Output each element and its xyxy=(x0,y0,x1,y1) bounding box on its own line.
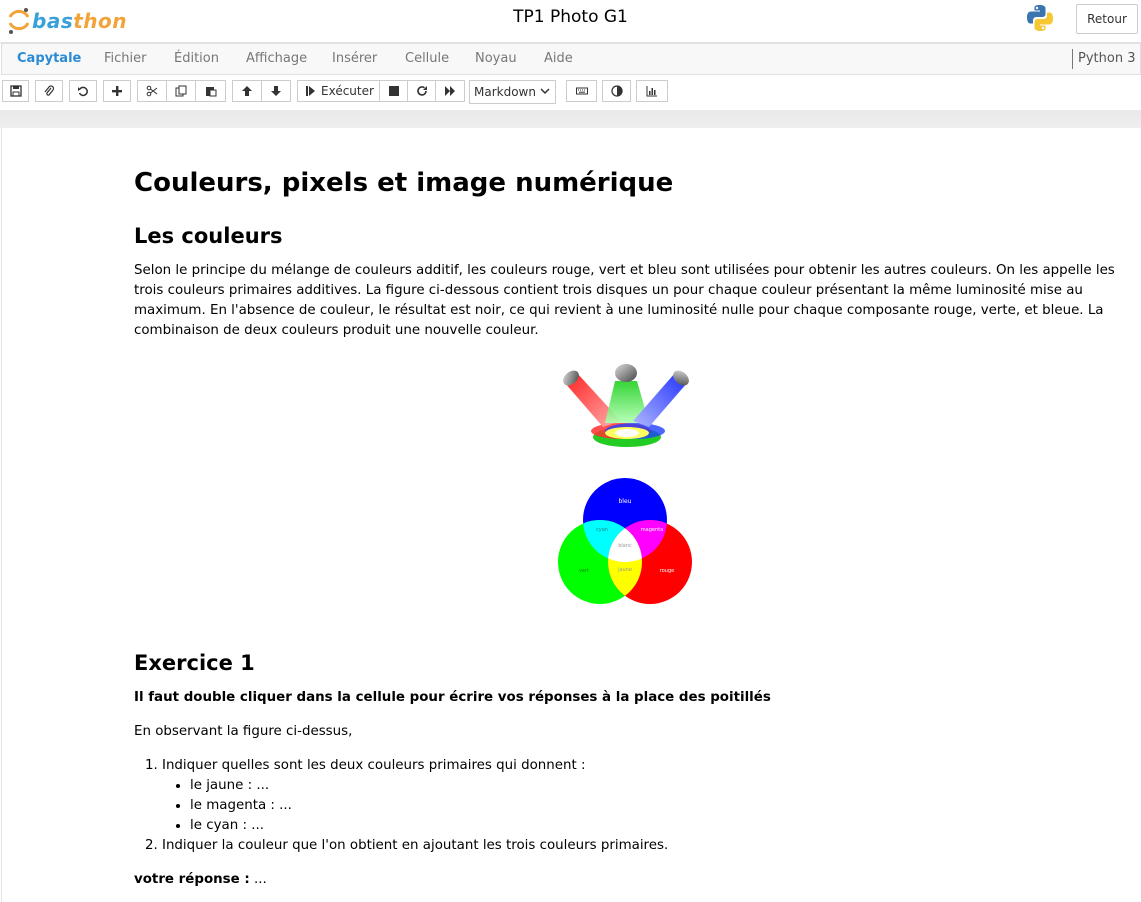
paperclip-icon xyxy=(44,85,55,96)
section-heading-colors: Les couleurs xyxy=(134,224,283,248)
run-icon xyxy=(306,86,315,96)
notebook-title[interactable]: TP1 Photo G1 xyxy=(0,7,1141,27)
stop-icon xyxy=(388,86,399,96)
answer-label: votre réponse : xyxy=(134,872,250,887)
save-icon xyxy=(9,85,22,97)
list-item: le jaune : ... xyxy=(190,776,668,796)
menu-edition[interactable]: Édition xyxy=(174,51,219,66)
chart-icon xyxy=(646,86,657,97)
menu-inserer[interactable]: Insérer xyxy=(332,51,377,66)
insert-cell-button[interactable] xyxy=(103,80,131,102)
restart-button[interactable] xyxy=(407,80,436,102)
plus-icon xyxy=(112,86,122,96)
notebook-header-band xyxy=(0,110,1141,128)
observe-text: En observant la figure ci-dessus, xyxy=(134,724,353,739)
keyboard-button[interactable] xyxy=(566,80,597,102)
paste-icon xyxy=(205,87,216,97)
cell-type-select[interactable]: Markdown xyxy=(469,80,556,104)
question-list: Indiquer quelles sont les deux couleurs … xyxy=(134,756,668,856)
run-label: Exécuter xyxy=(321,84,374,98)
run-all-button[interactable] xyxy=(435,80,465,102)
arrow-up-icon xyxy=(242,86,252,96)
venn-label-cyan: cyan xyxy=(596,527,608,533)
retour-button[interactable]: Retour xyxy=(1076,4,1138,34)
restart-icon xyxy=(416,86,427,96)
rgb-spotlights-image xyxy=(563,364,689,447)
copy-icon xyxy=(175,85,187,97)
undo-button[interactable] xyxy=(69,80,97,102)
menu-aide[interactable]: Aide xyxy=(544,51,573,66)
answer-value: ... xyxy=(249,872,267,887)
section-heading-exercise: Exercice 1 xyxy=(134,651,255,675)
instruction-text: Il faut double cliquer dans la cellule p… xyxy=(134,690,771,705)
attach-button[interactable] xyxy=(35,80,63,102)
menu-bar: Capytale Fichier Édition Affichage Insér… xyxy=(1,43,1141,75)
keyboard-icon xyxy=(575,87,588,95)
cut-icon xyxy=(146,85,158,97)
menu-cellule[interactable]: Cellule xyxy=(405,51,449,66)
venn-label-blanc: blanc xyxy=(618,543,632,549)
theme-button[interactable] xyxy=(602,80,631,102)
venn-label-magenta: magenta xyxy=(641,527,663,533)
undo-icon xyxy=(78,86,88,97)
cell-type-value: Markdown xyxy=(474,85,536,99)
copy-button[interactable] xyxy=(166,80,196,102)
list-item: le magenta : ... xyxy=(190,796,668,816)
venn-label-bleu: bleu xyxy=(619,498,632,505)
menu-capytale[interactable]: Capytale xyxy=(17,51,81,66)
arrow-down-icon xyxy=(271,86,281,96)
intro-paragraph: Selon le principe du mélange de couleurs… xyxy=(134,263,1115,338)
menu-noyau[interactable]: Noyau xyxy=(475,51,517,66)
question-item: Indiquer quelles sont les deux couleurs … xyxy=(162,756,668,836)
sub-question-list: le jaune : ... le magenta : ... le cyan … xyxy=(162,776,668,836)
rgb-venn-diagram: bleu cyan magenta blanc vert jaune rouge xyxy=(558,478,692,604)
answer-line: votre réponse : ... xyxy=(134,870,1119,890)
contrast-icon xyxy=(610,85,623,97)
paste-button[interactable] xyxy=(195,80,226,102)
notebook-container: Couleurs, pixels et image numérique Les … xyxy=(1,128,1141,902)
page-title: Couleurs, pixels et image numérique xyxy=(134,168,674,198)
fast-forward-icon xyxy=(445,86,455,96)
stop-button[interactable] xyxy=(379,80,408,102)
question-item: Indiquer la couleur que l'on obtient en … xyxy=(162,836,668,856)
venn-label-rouge: rouge xyxy=(660,568,674,574)
run-button[interactable]: Exécuter xyxy=(297,80,380,102)
question-1-text: Indiquer quelles sont les deux couleurs … xyxy=(162,758,586,773)
chevron-down-icon xyxy=(540,88,550,95)
kernel-indicator: Python 3 xyxy=(1072,49,1135,69)
venn-label-vert: vert xyxy=(579,568,589,574)
list-item: le cyan : ... xyxy=(190,816,668,836)
toolbar: Exécuter Markdown xyxy=(0,76,1141,108)
menu-fichier[interactable]: Fichier xyxy=(104,51,147,66)
move-down-button[interactable] xyxy=(261,80,291,102)
save-button[interactable] xyxy=(2,80,29,102)
header-bar: basthon TP1 Photo G1 Retour xyxy=(0,0,1141,43)
python-logo-icon xyxy=(1027,5,1053,31)
move-up-button[interactable] xyxy=(232,80,262,102)
chart-button[interactable] xyxy=(636,80,668,102)
cut-button[interactable] xyxy=(137,80,167,102)
menu-affichage[interactable]: Affichage xyxy=(246,51,307,66)
venn-label-jaune: jaune xyxy=(617,567,632,573)
